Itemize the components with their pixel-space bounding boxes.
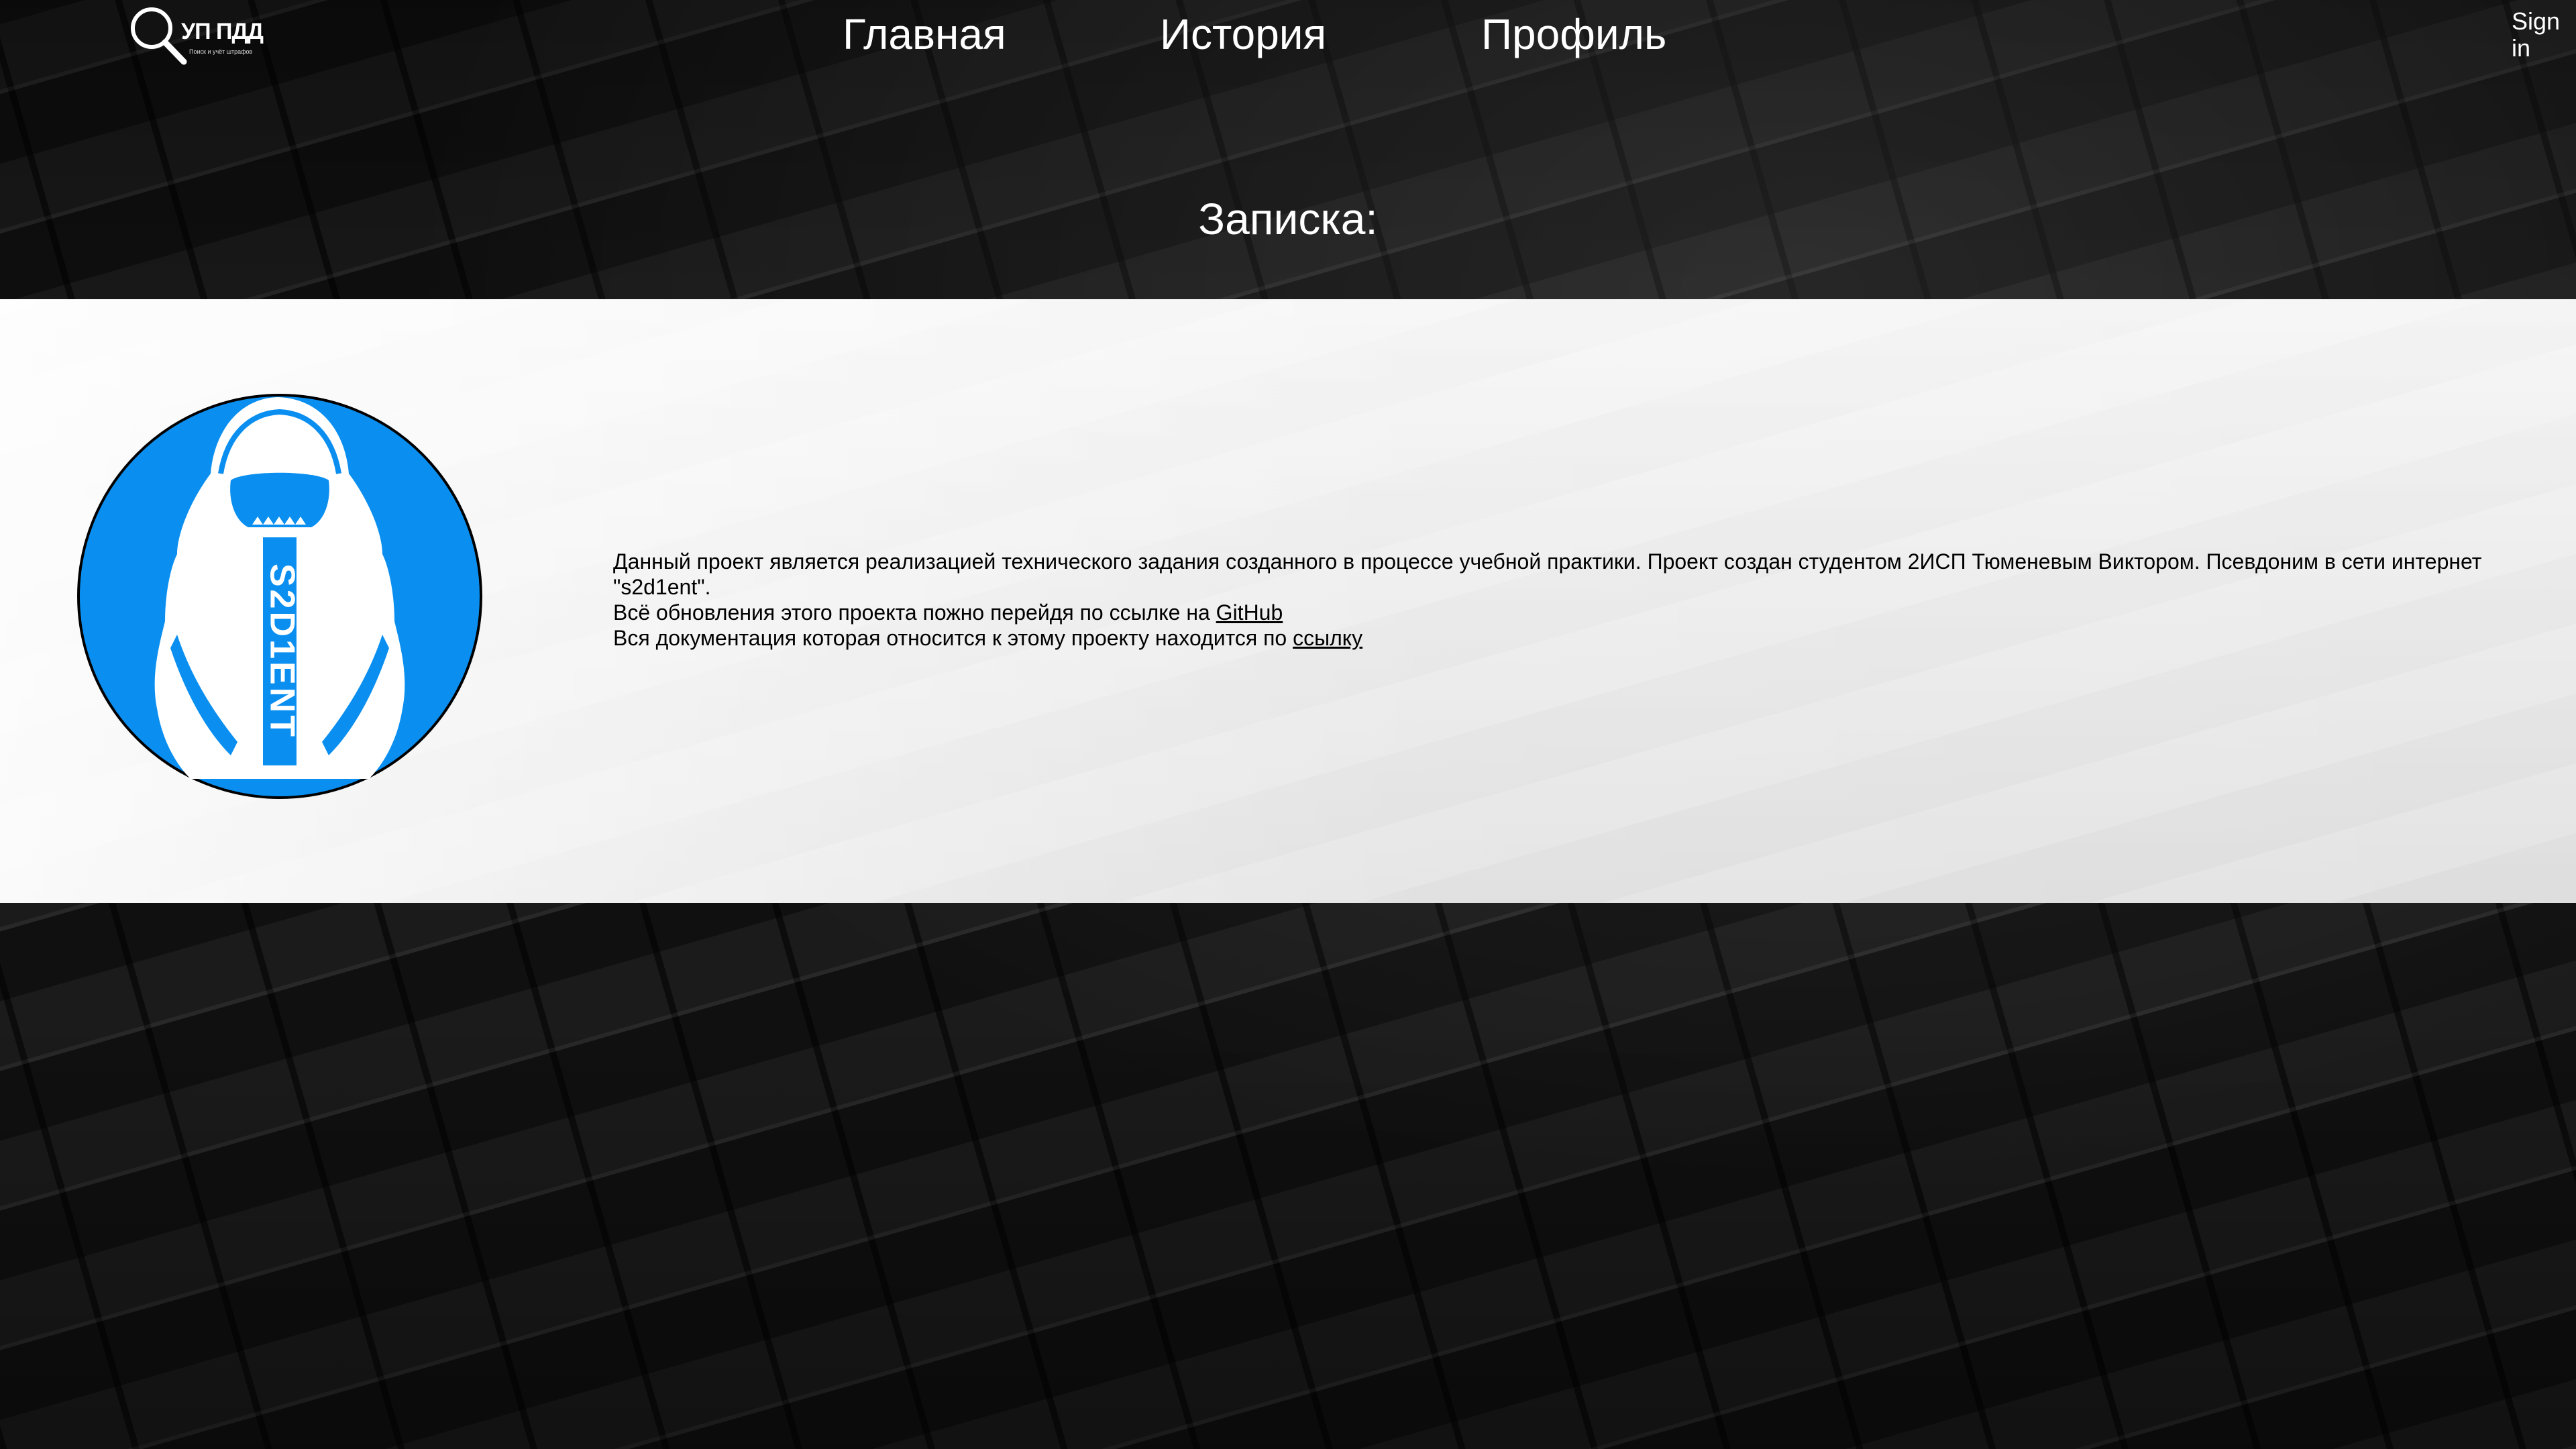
nav-profile[interactable]: Профиль — [1481, 9, 1666, 59]
logo[interactable]: УП ПДД Поиск и учёт штрафов — [125, 3, 266, 67]
logo-title: УП ПДД — [181, 19, 264, 44]
logo-subtitle: Поиск и учёт штрафов — [189, 48, 253, 55]
about-paragraph: Данный проект является реализацией техни… — [613, 549, 2482, 599]
github-line: Всё обновления этого проекта пожно перей… — [613, 600, 1283, 625]
nav-home[interactable]: Главная — [843, 9, 1006, 59]
avatar-label: S2D1ENT — [262, 564, 301, 739]
header: УП ПДД Поиск и учёт штрафов Главная Исто… — [0, 0, 2576, 87]
docs-line: Вся документация которая относится к это… — [613, 626, 1363, 650]
sign-in-link[interactable]: Sign in — [2512, 8, 2565, 62]
github-link[interactable]: GitHub — [1216, 600, 1283, 625]
docs-link[interactable]: ссылку — [1293, 626, 1362, 650]
page-title: Записка: — [1198, 194, 1378, 244]
about-section: S2D1ENT Данный проект является реализаци… — [0, 299, 2576, 903]
nav-history[interactable]: История — [1160, 9, 1326, 59]
about-text: Данный проект является реализацией техни… — [613, 549, 2545, 651]
avatar: S2D1ENT — [77, 394, 482, 799]
